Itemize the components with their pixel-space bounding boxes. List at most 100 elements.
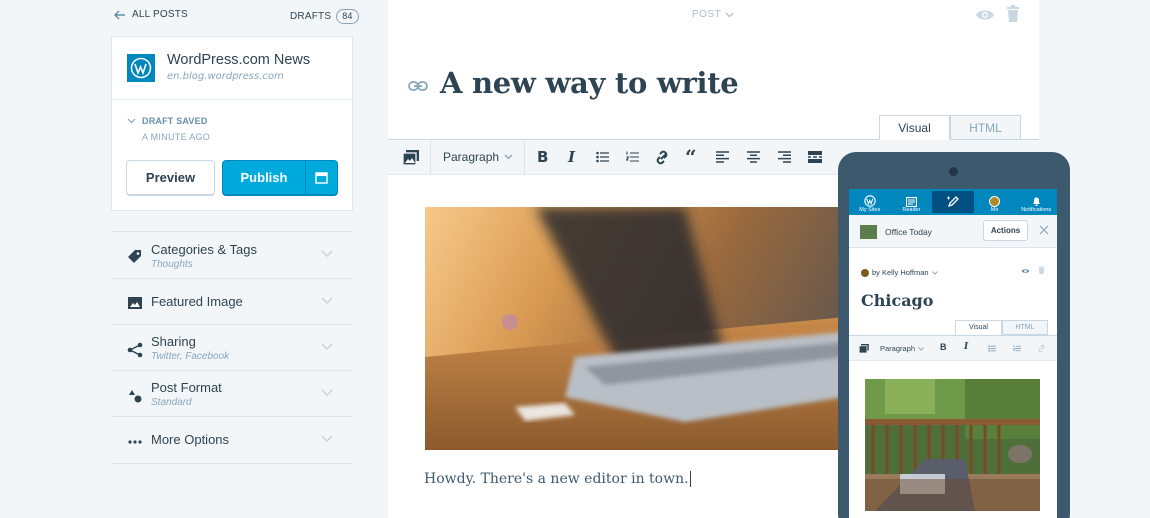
site-header[interactable]: WordPress.com News en.blog.wordpress.com [112,37,352,100]
bullet-list-icon[interactable] [596,151,609,163]
draft-status-label: DRAFT SAVED [142,116,208,126]
italic-icon[interactable]: I [568,148,575,166]
mobile-post-title[interactable]: Chicago [861,291,933,310]
phone-camera [949,167,958,176]
trash-icon[interactable] [1038,265,1045,275]
post-type-label: POST [692,9,722,20]
post-type-dropdown[interactable]: POST [692,9,734,20]
accordion-subtitle: Twitter, Facebook [151,351,230,362]
add-media-icon[interactable] [859,344,869,353]
mobile-nav-me[interactable]: Me [974,189,1016,215]
add-media-icon[interactable] [403,150,419,165]
align-center-icon[interactable] [747,151,760,163]
bold-icon[interactable]: B [940,342,947,352]
numbered-list-icon[interactable] [626,151,639,163]
mobile-nav-my-sites[interactable]: My Sites [849,189,891,215]
all-posts-link[interactable]: ALL POSTS [114,9,188,20]
accordion-featured-image[interactable]: Featured Image [111,279,353,325]
accordion-sharing[interactable]: Sharing Twitter, Facebook [111,325,353,371]
wordpress-logo-icon [127,54,155,82]
accordion-title: Post Format [151,380,222,395]
tab-html[interactable]: HTML [950,115,1021,140]
share-icon [127,342,143,358]
accordion-subtitle: Thoughts [151,259,193,270]
text-cursor [689,471,691,487]
drafts-label: DRAFTS [290,11,332,22]
mobile-byline[interactable]: by Kelly Hoffman [861,268,938,277]
toolbar-divider [524,140,525,175]
italic-icon[interactable]: I [964,342,968,352]
draft-status[interactable]: DRAFT SAVED [127,116,208,126]
post-body-content: Howdy. There's a new editor in town. [424,471,689,487]
paragraph-format-select[interactable]: Paragraph [443,150,513,164]
reader-icon [905,197,917,207]
chevron-down-icon [504,154,513,160]
arrow-left-icon [114,10,125,19]
mobile-nav-notifications[interactable]: Notifications [1015,189,1057,215]
drafts-link[interactable]: DRAFTS 84 [290,9,359,24]
paragraph-format-value: Paragraph [443,150,500,164]
eye-icon[interactable] [1021,268,1030,274]
publish-button[interactable]: Publish [222,160,306,196]
all-posts-label: ALL POSTS [132,9,188,20]
chevron-down-icon [321,343,333,351]
mobile-paragraph-select[interactable]: Paragraph [880,344,924,353]
mobile-nav-write[interactable] [932,191,974,213]
post-body-text[interactable]: Howdy. There's a new editor in town. [424,471,691,487]
schedule-button[interactable] [305,160,338,196]
avatar [861,268,869,277]
eye-icon[interactable] [975,8,995,22]
link-icon[interactable] [654,150,670,165]
site-name: WordPress.com News [167,52,311,68]
accordion-title: Featured Image [151,294,243,309]
mobile-site-bar: Office Today Actions [849,215,1057,248]
mobile-screen: My Sites Reader Me Notifications Office … [849,189,1057,518]
mobile-tab-html[interactable]: HTML [1002,320,1048,335]
mobile-tab-visual[interactable]: Visual [955,320,1002,335]
close-icon[interactable] [1039,225,1049,235]
bell-icon [1032,197,1040,206]
chevron-down-icon [321,389,333,397]
mobile-paragraph-value: Paragraph [880,344,916,353]
post-title[interactable]: A new way to write [440,66,739,100]
link-icon[interactable] [408,80,428,92]
pencil-icon [946,196,959,208]
mobile-nav-bar: My Sites Reader Me Notifications [849,189,1057,215]
mobile-nav-label: Notifications [1021,207,1052,213]
trash-icon[interactable] [1006,5,1020,23]
mobile-nav-label: My Sites [859,207,881,213]
accordion-more-options[interactable]: More Options [111,417,353,464]
align-right-icon[interactable] [778,151,791,163]
chevron-down-icon [725,12,734,17]
mobile-actions-button[interactable]: Actions [983,220,1028,241]
site-card: WordPress.com News en.blog.wordpress.com… [111,36,353,211]
accordion-post-format[interactable]: Post Format Standard [111,371,353,417]
chevron-down-icon [127,118,136,124]
site-url: en.blog.wordpress.com [167,71,284,82]
mobile-editor-toolbar: Paragraph B I [849,335,1057,361]
shapes-icon [129,390,142,403]
align-left-icon[interactable] [716,151,729,163]
mobile-nav-reader[interactable]: Reader [891,189,933,215]
read-more-icon[interactable] [808,151,822,163]
image-icon [128,297,142,309]
numbered-list-icon[interactable] [1013,345,1021,352]
post-featured-photo[interactable] [425,207,845,450]
bullet-list-icon[interactable] [988,345,996,352]
chevron-down-icon [321,297,333,305]
ellipsis-icon [128,440,142,444]
bold-icon[interactable]: B [537,148,548,166]
tab-visual[interactable]: Visual [879,115,950,140]
mobile-post-photo[interactable] [865,379,1040,511]
accordion-categories-tags[interactable]: Categories & Tags Thoughts [111,232,353,279]
mobile-nav-label: Reader [902,207,921,213]
link-icon[interactable] [1037,344,1046,353]
preview-button[interactable]: Preview [126,160,215,196]
accordion-title: More Options [151,432,230,447]
blockquote-icon[interactable]: “ [685,145,697,169]
calendar-icon [315,172,328,184]
mobile-nav-label: Me [990,207,999,213]
mobile-site-name: Office Today [885,227,932,237]
post-settings-accordion: Categories & Tags Thoughts Featured Imag… [111,231,353,464]
mobile-byline-text: by Kelly Hoffman [872,268,929,277]
